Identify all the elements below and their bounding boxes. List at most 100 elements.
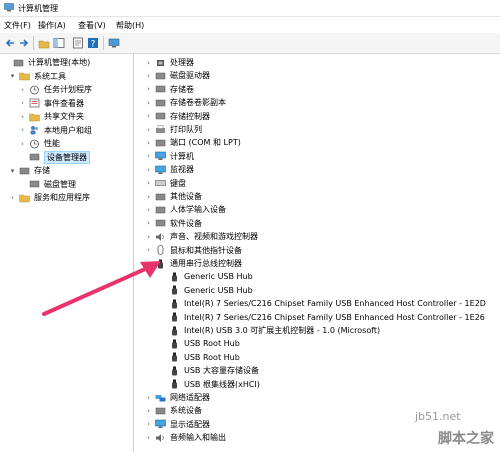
back-arrow-icon[interactable]	[4, 37, 16, 49]
expand-chevron-icon[interactable]: ›	[144, 219, 153, 227]
tree-item-label: Intel(R) 7 Series/C216 Chipset Family US…	[184, 312, 485, 322]
tree-item[interactable]: › 软件设备	[144, 217, 202, 230]
expand-chevron-icon[interactable]: ›	[18, 99, 27, 107]
expand-chevron-icon[interactable]: ›	[18, 86, 27, 94]
tree-item[interactable]: › 打印队列	[144, 123, 202, 136]
collapse-chevron-icon[interactable]: ▾	[8, 72, 17, 80]
tree-item-label: 音频输入和输出	[170, 433, 226, 443]
watermark-brand: 脚本之家	[438, 431, 494, 447]
watermark-site: jb51.net	[415, 410, 461, 423]
tree-item-label: 性能	[44, 139, 60, 148]
monitor-icon[interactable]	[108, 37, 120, 49]
event-icon	[29, 98, 40, 108]
device-manager-icon	[29, 153, 40, 161]
up-folder-icon[interactable]	[38, 37, 50, 49]
properties-icon[interactable]	[72, 37, 84, 49]
tree-item[interactable]: › 其他设备	[144, 190, 202, 203]
tree-item[interactable]: › 任务计划程序	[18, 83, 92, 96]
tree-item[interactable]: › 监视器	[144, 163, 194, 176]
tree-item[interactable]: › 存储控制器	[144, 110, 210, 123]
expand-chevron-icon[interactable]: ›	[144, 166, 153, 174]
storage-icon	[19, 167, 30, 174]
system-device-icon	[155, 407, 166, 415]
expand-chevron-icon[interactable]: ›	[144, 99, 153, 107]
tree-item[interactable]: USB Root Hub	[158, 337, 240, 350]
tree-item[interactable]: › 性能	[18, 137, 60, 150]
menu-action[interactable]: 操作(A)	[38, 20, 66, 31]
tree-item[interactable]: › 存储卷	[144, 83, 194, 96]
menu-help[interactable]: 帮助(H)	[116, 20, 144, 31]
tree-item-label: 端口 (COM 和 LPT)	[170, 138, 241, 148]
tree-item[interactable]: › 事件查看器	[18, 97, 84, 110]
expand-chevron-icon[interactable]: ›	[144, 59, 153, 67]
expand-chevron-icon[interactable]: ›	[18, 140, 27, 148]
tree-item-label: 人体学输入设备	[170, 205, 226, 215]
tree-item[interactable]: › 系统设备	[144, 404, 202, 417]
folder-icon	[29, 113, 40, 121]
tree-item[interactable]: › 服务和应用程序	[8, 191, 90, 204]
expand-chevron-icon[interactable]: ›	[144, 434, 153, 442]
menu-file[interactable]: 文件(F)	[4, 20, 31, 31]
expand-chevron-icon[interactable]: ›	[18, 113, 27, 121]
audio-icon	[156, 433, 164, 442]
tree-item[interactable]: USB 根集线器(xHCI)	[158, 378, 260, 391]
tree-item[interactable]: › 本地用户和组	[18, 124, 92, 137]
tree-item[interactable]: 磁盘管理	[18, 178, 76, 191]
expand-chevron-icon[interactable]: ›	[144, 179, 153, 187]
expand-chevron-icon[interactable]: ›	[18, 126, 27, 134]
tree-item[interactable]: ▾ 系统工具	[8, 70, 66, 83]
expand-chevron-icon[interactable]: ›	[144, 420, 153, 428]
tree-item[interactable]: USB 大容量存储设备	[158, 364, 259, 377]
tree-item[interactable]: Intel(R) USB 3.0 可扩展主机控制器 - 1.0 (Microso…	[158, 324, 380, 337]
forward-arrow-icon[interactable]	[18, 37, 30, 49]
disk-icon	[29, 180, 40, 188]
tree-item[interactable]: › 声音、视频和游戏控制器	[144, 230, 258, 243]
expand-chevron-icon[interactable]: ›	[144, 72, 153, 80]
port-icon	[155, 139, 166, 147]
tree-item[interactable]: USB Root Hub	[158, 351, 240, 364]
tree-item[interactable]: › 人体学输入设备	[144, 203, 226, 216]
hid-icon	[155, 206, 166, 214]
processor-icon	[157, 59, 164, 66]
keyboard-icon	[155, 180, 166, 186]
expand-chevron-icon[interactable]: ›	[144, 206, 153, 214]
collapse-chevron-icon[interactable]: ▾	[8, 167, 17, 175]
show-hide-console-tree-icon[interactable]	[53, 37, 65, 49]
tree-item[interactable]: › 网络适配器	[144, 391, 210, 404]
tree-item[interactable]: › 音频输入和输出	[144, 431, 226, 444]
usb-icon	[172, 352, 177, 362]
expand-chevron-icon[interactable]: ›	[144, 152, 153, 160]
expand-chevron-icon[interactable]: ›	[8, 194, 17, 202]
computer-management-icon	[4, 3, 14, 12]
menu-view[interactable]: 查看(V)	[78, 20, 106, 31]
tree-item-label: 声音、视频和游戏控制器	[170, 232, 258, 242]
tree-item[interactable]: › 端口 (COM 和 LPT)	[144, 136, 241, 149]
expand-chevron-icon[interactable]: ›	[144, 193, 153, 201]
tree-item[interactable]: ▾ 存储	[8, 164, 50, 177]
tree-item[interactable]: › 显示适配器	[144, 418, 210, 431]
tree-item[interactable]: › 共享文件夹	[18, 110, 84, 123]
tree-item[interactable]: › 计算机	[144, 150, 194, 163]
expand-chevron-icon[interactable]: ›	[144, 139, 153, 147]
tree-item[interactable]: 设备管理器	[18, 150, 90, 164]
expand-chevron-icon[interactable]: ›	[144, 233, 153, 241]
tree-item[interactable]: › 存储卷卷影副本	[144, 96, 226, 109]
help-icon[interactable]: ?	[87, 37, 99, 49]
tree-item[interactable]: › 键盘	[144, 177, 186, 190]
tree-item[interactable]: › 处理器	[144, 56, 194, 69]
tree-item-label: 本地用户和组	[44, 125, 92, 135]
expand-chevron-icon[interactable]: ›	[144, 85, 153, 93]
tree-item[interactable]: Intel(R) 7 Series/C216 Chipset Family US…	[158, 311, 485, 324]
expand-chevron-icon[interactable]: ›	[144, 394, 153, 402]
toolbar: ?	[0, 33, 500, 54]
usb-icon	[172, 366, 177, 376]
usb-icon	[172, 379, 177, 389]
expand-chevron-icon[interactable]: ›	[144, 407, 153, 415]
network-icon	[155, 394, 166, 401]
tree-item[interactable]: Intel(R) 7 Series/C216 Chipset Family US…	[158, 297, 486, 310]
tree-item[interactable]: 计算机管理(本地)	[2, 56, 90, 69]
expand-chevron-icon[interactable]: ›	[144, 112, 153, 120]
expand-chevron-icon[interactable]: ›	[144, 126, 153, 134]
tree-item[interactable]: › 磁盘驱动器	[144, 69, 210, 82]
tree-item-label: 存储	[34, 166, 50, 175]
